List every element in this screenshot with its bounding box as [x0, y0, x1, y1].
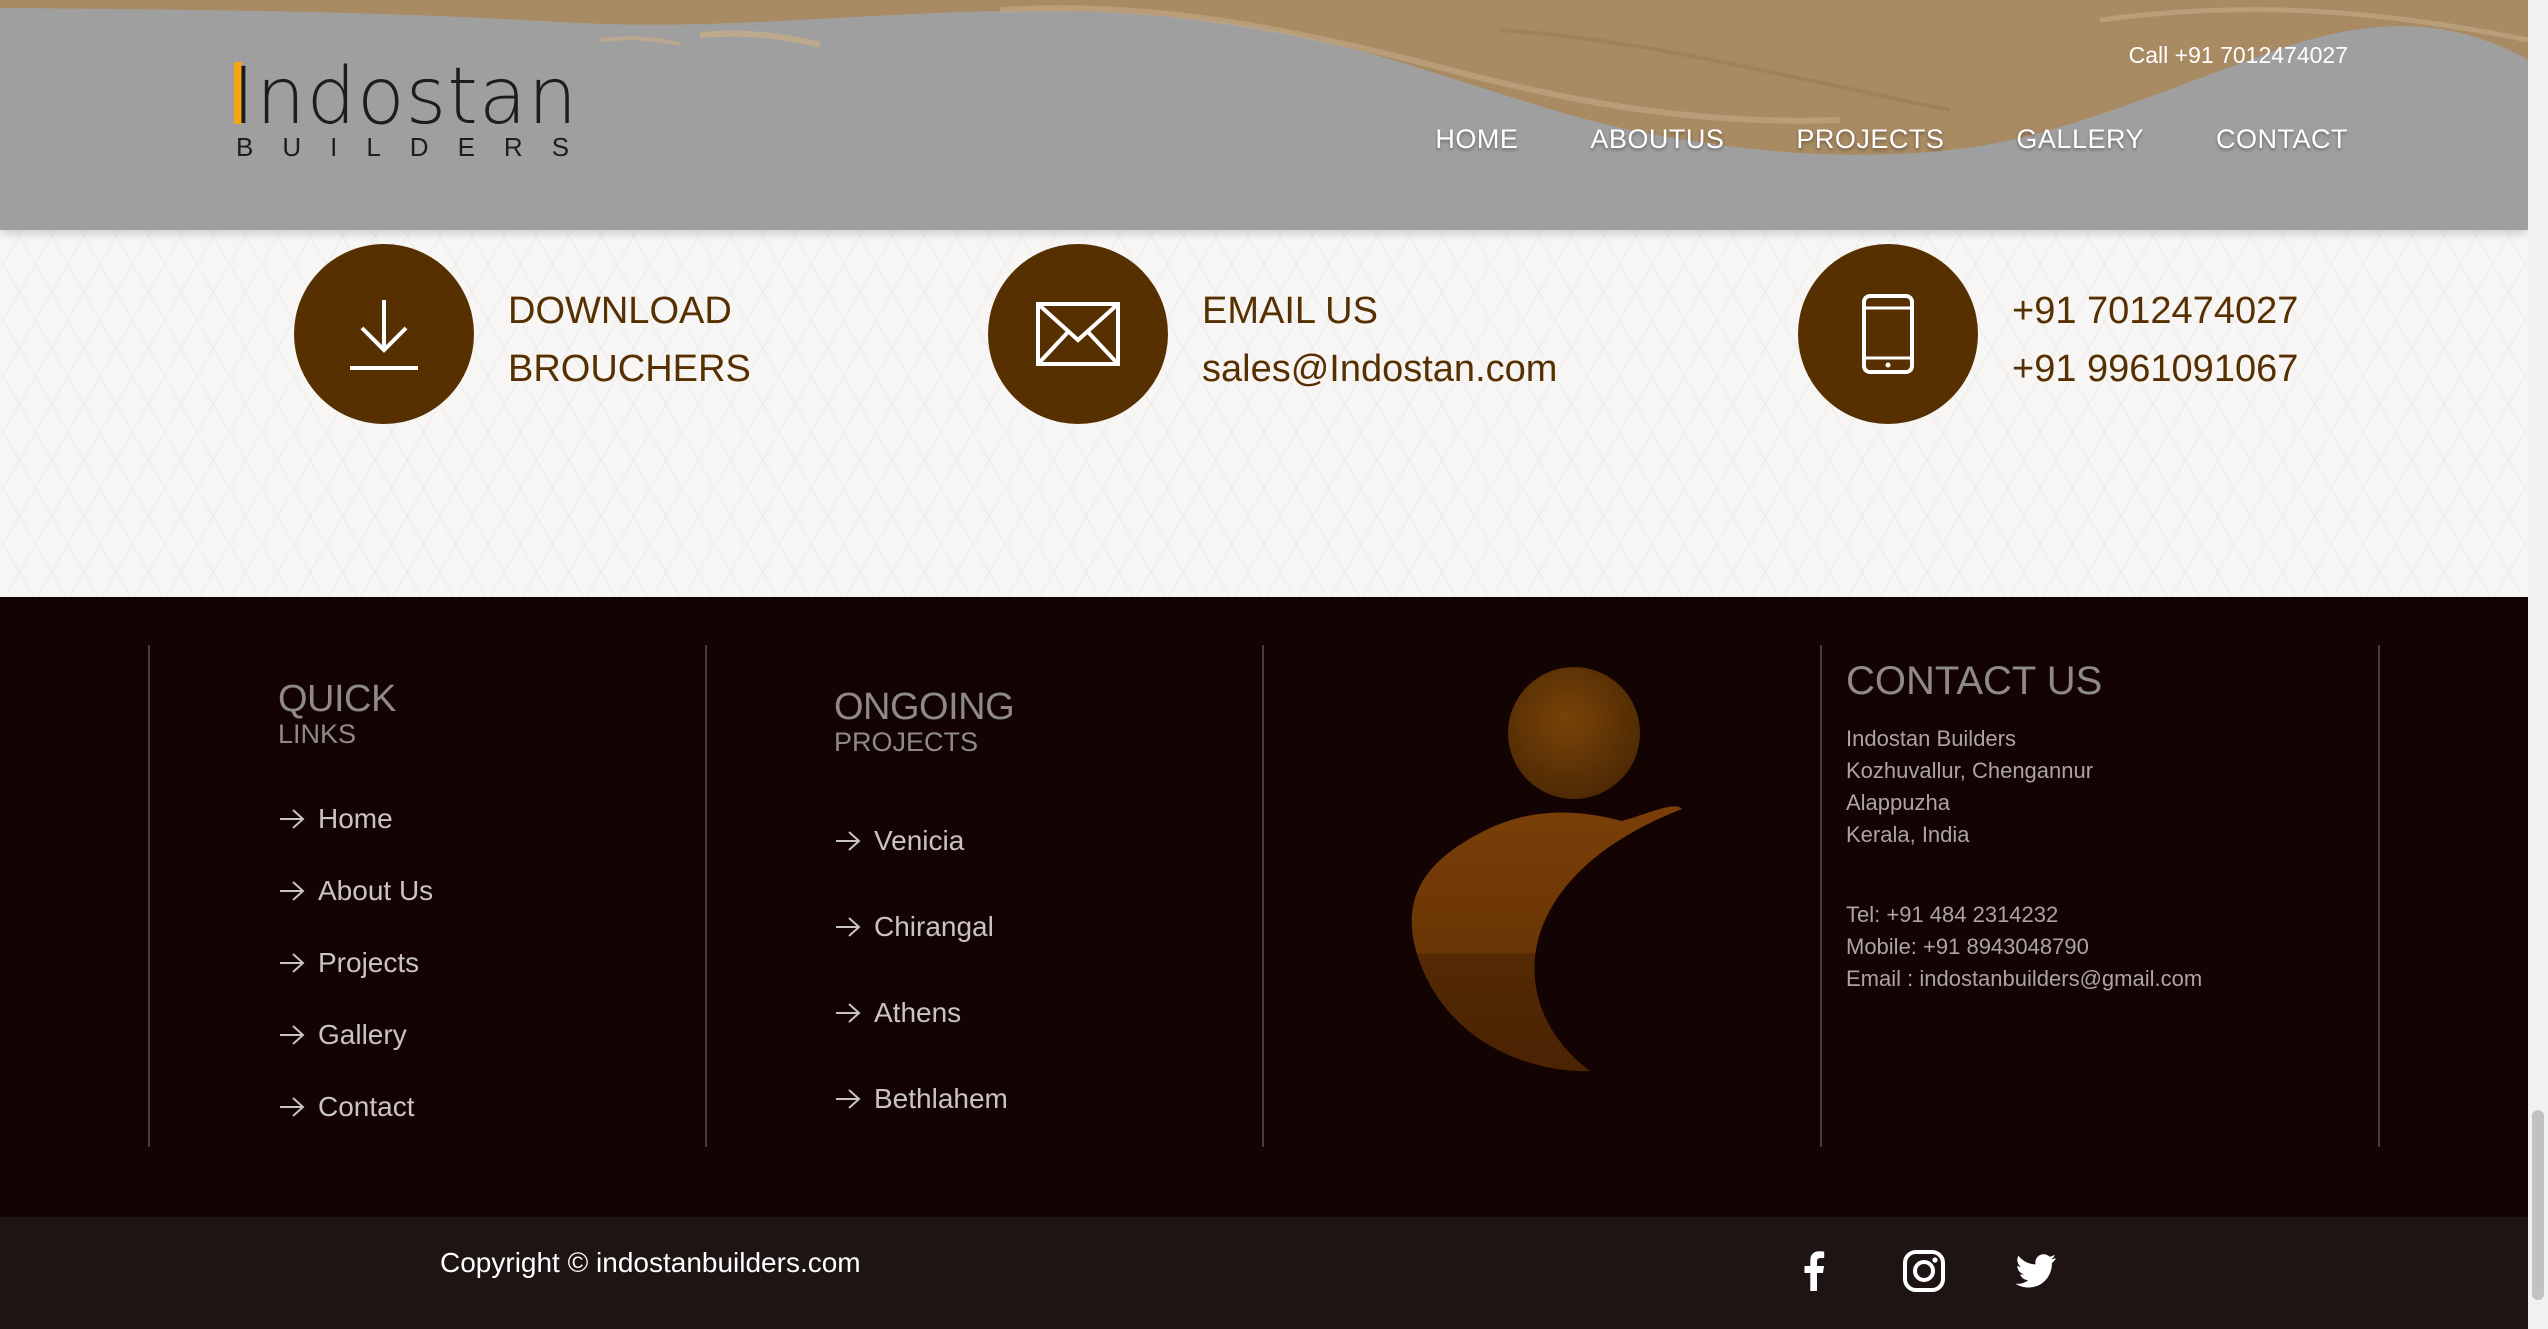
download-icon: [350, 300, 418, 370]
phone-number-1[interactable]: +91 7012474027: [2012, 282, 2298, 340]
twitter-icon[interactable]: [2012, 1247, 2060, 1295]
brand-mark-icon: [1411, 667, 1682, 1072]
quick-links-title: QUICK: [278, 678, 396, 720]
footer-divider: [1262, 645, 1264, 1147]
arrow-right-icon: [836, 1003, 861, 1023]
email-circle: [988, 244, 1168, 424]
download-brochure-block[interactable]: DOWNLOAD BROUCHERS: [294, 244, 854, 424]
contact-us-title: CONTACT US: [1846, 659, 2103, 703]
instagram-icon[interactable]: [1900, 1247, 1948, 1295]
nav-aboutus[interactable]: ABOUTUS: [1590, 124, 1724, 155]
copyright-bar: Copyright © indostanbuilders.com: [0, 1217, 2528, 1329]
page: Indostan BUILDERS Call +91 7012474027 HO…: [0, 0, 2528, 1329]
logo-subtitle: BUILDERS: [236, 132, 599, 162]
envelope-icon: [1036, 302, 1120, 366]
arrow-right-icon: [836, 917, 861, 937]
email-address[interactable]: sales@Indostan.com: [1202, 340, 1557, 398]
ongoing-projects-title: ONGOING: [834, 686, 1015, 728]
copyright-text: Copyright © indostanbuilders.com: [440, 1247, 861, 1278]
nav-contact[interactable]: CONTACT: [2216, 124, 2348, 155]
quick-link-label: Home: [318, 803, 393, 834]
contact-address-line: Kerala, India: [1846, 822, 1970, 847]
quick-link-label: Contact: [318, 1091, 415, 1122]
download-line-2: BROUCHERS: [508, 348, 751, 390]
arrow-right-icon: [280, 1025, 305, 1045]
site-header: Indostan BUILDERS Call +91 7012474027 HO…: [0, 0, 2528, 230]
header-call-number[interactable]: Call +91 7012474027: [2129, 40, 2348, 70]
contact-address-line: Indostan Builders: [1846, 726, 2016, 751]
arrow-right-icon: [280, 953, 305, 973]
contact-email[interactable]: Email : indostanbuilders@gmail.com: [1846, 963, 2202, 995]
ongoing-projects-subtitle: PROJECTS: [834, 727, 979, 757]
quick-link-label: Projects: [318, 947, 420, 978]
scrollbar-thumb[interactable]: [2532, 1110, 2544, 1300]
main-nav: HOME ABOUTUS PROJECTS GALLERY CONTACT: [1435, 124, 2348, 155]
quick-link-about-us[interactable]: About Us: [278, 875, 433, 907]
nav-gallery[interactable]: GALLERY: [2016, 124, 2144, 155]
project-link-label: Bethlahem: [874, 1083, 1008, 1114]
phone-number-2[interactable]: +91 9961091067: [2012, 340, 2298, 398]
brand-logo[interactable]: Indostan BUILDERS: [232, 52, 577, 162]
phone-text: +91 7012474027 +91 9961091067: [2012, 282, 2298, 398]
logo-wordmark: Indostan: [232, 52, 579, 142]
contact-address-line: Alappuzha: [1846, 790, 1950, 815]
quick-link-gallery[interactable]: Gallery: [278, 1019, 407, 1051]
footer-divider: [148, 645, 150, 1147]
nav-projects[interactable]: PROJECTS: [1796, 124, 1944, 155]
quick-link-contact[interactable]: Contact: [278, 1091, 415, 1123]
contact-mobile[interactable]: Mobile: +91 8943048790: [1846, 931, 2089, 963]
contact-address-line: Kozhuvallur, Chengannur: [1846, 758, 2094, 783]
site-footer: QUICK LINKS Home About Us Projects Galle…: [0, 597, 2528, 1217]
project-link-chirangal[interactable]: Chirangal: [834, 911, 994, 943]
phone-circle: [1798, 244, 1978, 424]
info-strip: DOWNLOAD BROUCHERS EMAIL US sales@Indost…: [0, 230, 2528, 597]
project-link-label: Athens: [874, 997, 962, 1028]
project-link-athens[interactable]: Athens: [834, 997, 961, 1029]
footer-divider: [1820, 645, 1822, 1147]
page-scrollbar[interactable]: [2528, 0, 2548, 1329]
facebook-icon[interactable]: [1790, 1247, 1838, 1295]
download-line-1: DOWNLOAD: [508, 290, 732, 332]
quick-link-label: Gallery: [318, 1019, 407, 1050]
arrow-right-icon: [280, 881, 305, 901]
email-text: EMAIL US sales@Indostan.com: [1202, 282, 1557, 398]
arrow-right-icon: [280, 809, 305, 829]
project-link-label: Venicia: [874, 825, 965, 856]
project-link-venicia[interactable]: Venicia: [834, 825, 964, 857]
quick-links-subtitle: LINKS: [278, 719, 357, 749]
project-link-bethlahem[interactable]: Bethlahem: [834, 1083, 1008, 1115]
nav-home[interactable]: HOME: [1435, 124, 1518, 155]
email-block: EMAIL US sales@Indostan.com: [988, 244, 1628, 424]
mobile-phone-icon: [1862, 294, 1914, 374]
quick-link-label: About Us: [318, 875, 434, 906]
download-text: DOWNLOAD BROUCHERS: [508, 282, 751, 398]
arrow-right-icon: [280, 1097, 305, 1117]
quick-link-projects[interactable]: Projects: [278, 947, 419, 979]
phone-block: +91 7012474027 +91 9961091067: [1798, 244, 2398, 424]
footer-divider: [705, 645, 707, 1147]
download-circle[interactable]: [294, 244, 474, 424]
arrow-right-icon: [836, 1089, 861, 1109]
contact-tel[interactable]: Tel: +91 484 2314232: [1846, 899, 2058, 931]
footer-divider: [2378, 645, 2380, 1147]
quick-link-home[interactable]: Home: [278, 803, 393, 835]
email-heading: EMAIL US: [1202, 290, 1378, 332]
project-link-label: Chirangal: [874, 911, 994, 942]
arrow-right-icon: [836, 831, 861, 851]
